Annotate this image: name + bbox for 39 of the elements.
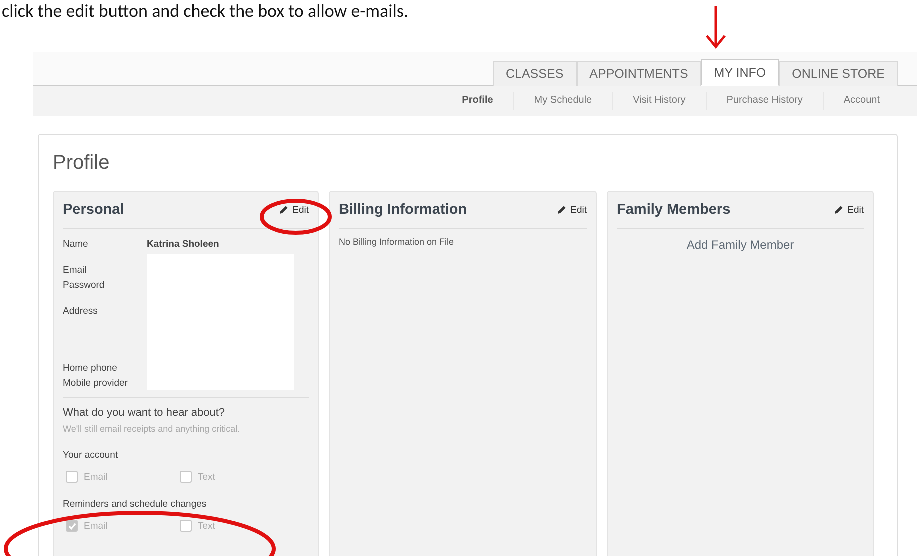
field-label: Password [63, 279, 106, 293]
pencil-icon [278, 205, 289, 215]
empty-message: No Billing Information on File [339, 237, 456, 247]
annotation-arrow [706, 6, 726, 49]
annotation-ellipse [260, 199, 332, 235]
field-label: Email [63, 264, 88, 278]
subnav-link[interactable]: Account [822, 92, 900, 110]
panel-title: Billing Information [339, 202, 468, 218]
checkbox-label: Text [198, 472, 216, 482]
pencil-icon [556, 205, 567, 215]
nav-tab[interactable]: ONLINE STORE [779, 61, 898, 86]
nav-tab[interactable]: APPOINTMENTS [576, 61, 702, 86]
field-label: Home phone [63, 362, 118, 376]
instruction-caption: click the edit button and check the box to allow e-mails. [2, 0, 410, 22]
hint-text: We'll still email receipts and anything critical. [63, 424, 242, 434]
nav-tab[interactable]: CLASSES [492, 61, 577, 86]
subnav-link[interactable]: Visit History [612, 92, 706, 110]
field-value: Katrina Sholeen [147, 238, 220, 252]
checkbox-label: Email [84, 520, 108, 532]
subnav-link[interactable]: Profile [442, 92, 514, 110]
field-label: Address [63, 305, 99, 319]
panel-title: Family Members [617, 202, 731, 218]
edit-button[interactable]: Edit [834, 204, 864, 216]
question-text: What do you want to hear about? [63, 407, 226, 419]
group-label: Your account [63, 450, 120, 461]
nav-tab[interactable]: MY INFO [701, 59, 780, 86]
field-label: Mobile provider [63, 377, 129, 391]
pencil-icon [834, 205, 844, 215]
field-label: Name [63, 238, 90, 252]
checkbox-label: Email [84, 472, 108, 482]
page-title: Profile [53, 152, 111, 175]
subnav-link[interactable]: Purchase History [706, 92, 823, 110]
group-label: Reminders and schedule changes [63, 499, 208, 510]
checkbox-label: Text [198, 520, 216, 532]
subnav-link[interactable]: My Schedule [513, 92, 612, 110]
add-family-member-link[interactable]: Add Family Member [686, 238, 794, 252]
edit-button[interactable]: Edit [278, 204, 309, 216]
panel-title: Personal [63, 202, 124, 218]
edit-button[interactable]: Edit [556, 204, 587, 216]
